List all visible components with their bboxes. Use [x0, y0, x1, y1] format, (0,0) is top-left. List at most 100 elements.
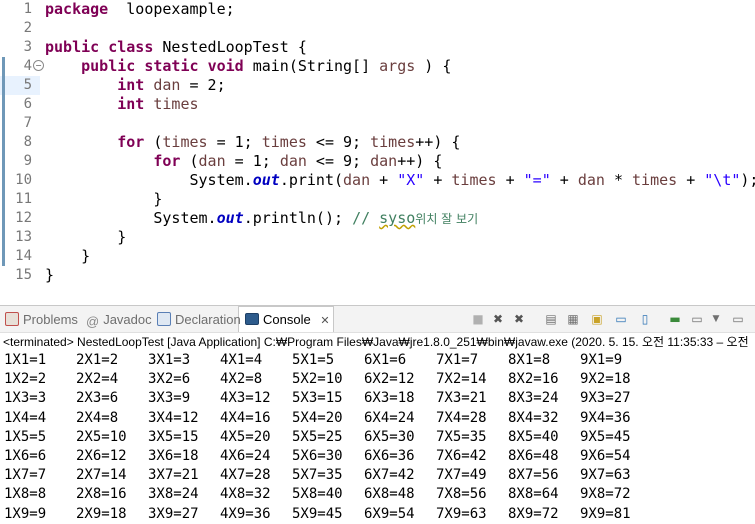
view-menu-icon[interactable]: ▭ [690, 312, 704, 326]
output-cell: 3X7=21 [148, 467, 199, 484]
output-cell: 2X7=14 [76, 467, 127, 484]
code-text: for (times = 1; times <= 9; times++) { [117, 133, 461, 151]
code-line[interactable]: 12 System.out.println(); // syso위치 잘 보기 [0, 209, 755, 228]
code-line[interactable]: 1 package loopexample; [0, 0, 755, 19]
output-cell: 7X8=56 [436, 486, 487, 503]
code-text: } [45, 228, 127, 246]
code-line[interactable]: 2 [0, 19, 755, 38]
new-console-icon[interactable]: ▭ [731, 312, 745, 326]
code-line[interactable]: 10 System.out.print(dan + "X" + times + … [0, 171, 755, 190]
tab-label: Problems [23, 312, 78, 327]
remove-launch-icon[interactable]: ✖ [491, 312, 505, 326]
output-cell: 5X2=10 [292, 371, 343, 388]
code-line[interactable]: 13 } [0, 228, 755, 247]
word-wrap-icon[interactable]: ▣ [590, 312, 604, 326]
output-cell: 5X4=20 [292, 409, 343, 426]
tab-problems[interactable]: Problems [5, 310, 78, 330]
code-line[interactable]: 6 int times [0, 95, 755, 114]
output-cell: 4X4=16 [220, 409, 271, 426]
change-marker [2, 209, 5, 228]
output-cell: 4X2=8 [220, 371, 263, 388]
output-cell: 1X1=1 [4, 352, 47, 368]
output-cell: 4X7=28 [220, 467, 271, 484]
output-cell: 6X1=6 [364, 352, 407, 368]
code-text: } [45, 190, 163, 208]
output-cell: 6X9=54 [364, 505, 415, 522]
code-line[interactable]: 4− public static void main(String[] args… [0, 57, 755, 76]
output-cell: 2X1=2 [76, 352, 119, 368]
tab-declaration[interactable]: Declaration [157, 310, 241, 330]
output-cell: 2X2=4 [76, 371, 119, 388]
tab-console[interactable]: Console ✕ [245, 310, 330, 330]
output-cell: 9X5=45 [580, 428, 631, 445]
output-cell: 8X8=64 [508, 486, 559, 503]
output-cell: 7X3=21 [436, 390, 487, 407]
code-line[interactable]: 5 int dan = 2; [0, 76, 755, 95]
output-cell: 6X7=42 [364, 467, 415, 484]
output-cell: 3X2=6 [148, 371, 191, 388]
output-cell: 7X7=49 [436, 467, 487, 484]
output-cell: 7X4=28 [436, 409, 487, 426]
tab-label: Console [263, 312, 311, 327]
code-editor[interactable]: 1 package loopexample; 2 3 public class Nest… [0, 0, 755, 286]
pin-icon[interactable]: ▦ [566, 312, 580, 326]
output-cell: 4X6=24 [220, 447, 271, 464]
code-line[interactable]: 14 } [0, 247, 755, 266]
output-cell: 9X7=63 [580, 467, 631, 484]
output-cell: 1X3=3 [4, 390, 47, 407]
code-line[interactable]: 11 } [0, 190, 755, 209]
open-console-icon[interactable]: ▯ [638, 312, 652, 326]
scroll-left-icon[interactable]: < [44, 284, 52, 286]
change-marker [2, 114, 5, 133]
output-cell: 1X2=2 [4, 371, 47, 388]
display-selected-icon[interactable]: ▬ [668, 312, 682, 326]
output-cell: 2X9=18 [76, 505, 127, 522]
close-icon[interactable]: ✕ [320, 314, 329, 327]
output-cell: 1X6=6 [4, 447, 47, 464]
remove-all-icon[interactable]: ✖ [512, 312, 526, 326]
code-text: } [45, 247, 91, 265]
tab-label: Declaration [175, 312, 241, 327]
line-number: 1 [23, 1, 32, 17]
code-line[interactable]: 8 for (times = 1; times <= 9; times++) { [0, 133, 755, 152]
fold-icon[interactable]: − [33, 60, 44, 71]
tab-javadoc[interactable]: @ Javadoc [86, 310, 152, 330]
output-cell: 5X8=40 [292, 486, 343, 503]
output-cell: 9X4=36 [580, 409, 631, 426]
problems-icon [5, 312, 19, 326]
output-cell: 8X4=32 [508, 409, 559, 426]
output-cell: 3X8=24 [148, 486, 199, 503]
scroll-lock-icon[interactable]: ▤ [544, 312, 558, 326]
output-cell: 8X9=72 [508, 505, 559, 522]
output-cell: 6X2=12 [364, 371, 415, 388]
change-marker [2, 152, 5, 171]
output-cell: 3X5=15 [148, 428, 199, 445]
code-line[interactable]: 3 public class NestedLoopTest { [0, 38, 755, 57]
change-marker [2, 228, 5, 247]
code-line[interactable]: 15} [0, 266, 755, 285]
output-cell: 9X1=9 [580, 352, 623, 368]
output-cell: 4X9=36 [220, 505, 271, 522]
output-cell: 6X5=30 [364, 428, 415, 445]
change-marker [2, 95, 5, 114]
output-cell: 4X1=4 [220, 352, 263, 368]
output-cell: 1X4=4 [4, 409, 47, 426]
code-text: for (dan = 1; dan <= 9; dan++) { [153, 152, 443, 170]
show-console-icon[interactable]: ▭ [614, 312, 628, 326]
output-cell: 8X6=48 [508, 447, 559, 464]
code-line[interactable]: 7 [0, 114, 755, 133]
output-cell: 7X9=63 [436, 505, 487, 522]
change-marker [2, 133, 5, 152]
terminate-icon[interactable]: ■ [471, 312, 485, 326]
code-line[interactable]: 9 for (dan = 1; dan <= 9; dan++) { [0, 152, 755, 171]
output-cell: 8X3=24 [508, 390, 559, 407]
output-cell: 4X3=12 [220, 390, 271, 407]
output-cell: 6X4=24 [364, 409, 415, 426]
at-icon: @ [86, 314, 100, 329]
output-cell: 9X6=54 [580, 447, 631, 464]
chevron-down-icon[interactable]: ▼ [709, 312, 723, 326]
output-cell: 5X6=30 [292, 447, 343, 464]
code-text: System.out.println(); // syso위치 잘 보기 [45, 209, 479, 227]
output-cell: 2X8=16 [76, 486, 127, 503]
change-marker [2, 57, 5, 76]
